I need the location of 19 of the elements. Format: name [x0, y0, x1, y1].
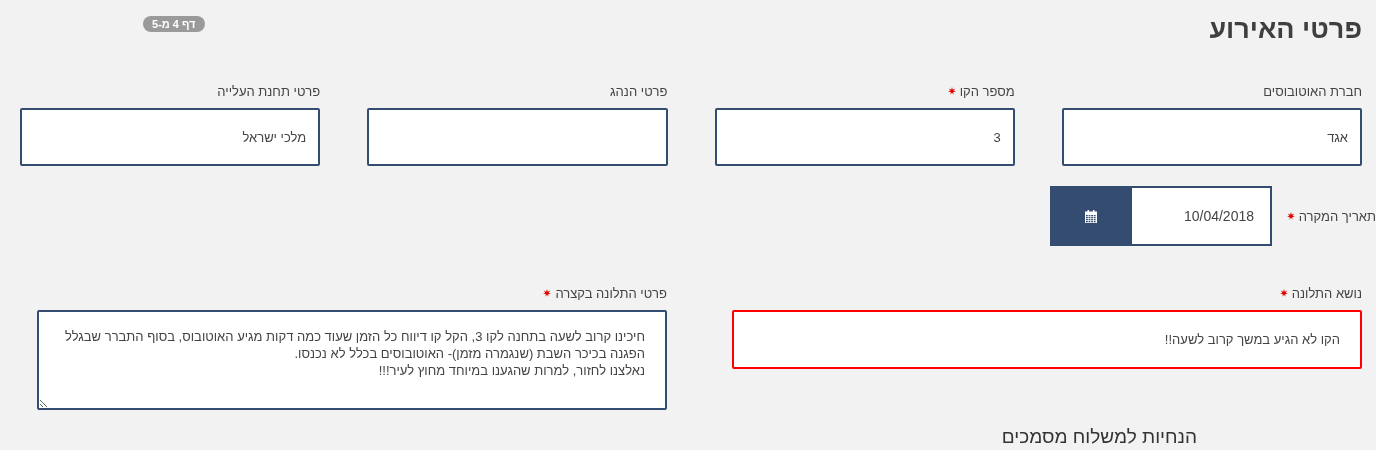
page-counter-badge: דף 4 מ-5: [143, 16, 205, 32]
field-label: פרטי תחנת העלייה: [217, 83, 321, 99]
section-title: פרטי האירוע: [1209, 14, 1362, 45]
section-heading: הנחיות למשלוח מסמכים: [1001, 426, 1197, 448]
details-textarea[interactable]: חיכינו קרוב לשעה בתחנה לקו 3, הקל קו דיווח כל הזמן שעוד כמה דקות מגיע האוטובוס, בסוף התברר שבגלל הפגנה בכיכר השבת (שנגמרה מזמן)- האוטובוסים בכלל לא נכנסו. נאלצנו לחזור, למרות שהגענו במיוחד מחוץ לעיר!!!: [37, 310, 667, 410]
field-label: חברת האוטובוסים: [1263, 83, 1362, 99]
field-label: פרטי הנהג: [610, 83, 668, 99]
subject-field[interactable]: הקו לא הגיע במשך קרוב לשעה!!: [732, 310, 1362, 369]
field-label: מספר הקו: [959, 83, 1015, 99]
text-field[interactable]: אגד: [1061, 108, 1362, 166]
field-label: נושא התלונה: [1291, 285, 1362, 301]
calendar-button[interactable]: [1050, 186, 1132, 246]
text-field[interactable]: מלכי ישראל: [20, 108, 321, 166]
field-label: פרטי התלונה בקצרה: [555, 285, 667, 301]
date-field[interactable]: 10/04/2018: [1132, 186, 1272, 246]
text-field[interactable]: 3: [714, 108, 1015, 166]
field-label: תאריך המקרה: [1298, 208, 1376, 224]
text-field[interactable]: [367, 108, 668, 166]
calendar-icon: [1085, 209, 1097, 223]
